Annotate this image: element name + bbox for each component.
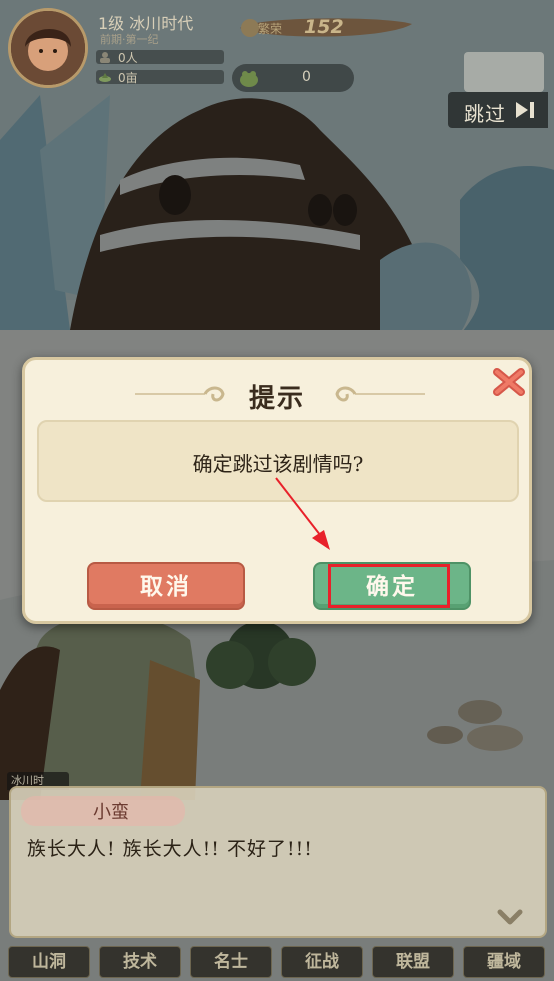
population-value: 0人 bbox=[118, 51, 138, 65]
top-hud: 1级 冰川时代 前期·第一纪 0人 0亩 繁荣 152 0 跳过 bbox=[0, 0, 554, 130]
speaker-name: 小蛮 bbox=[93, 802, 129, 823]
story-text: 族长大人! 族长大人!! 不好了!!! bbox=[27, 838, 313, 860]
era-label: 前期·第一纪 bbox=[100, 33, 159, 46]
land-value: 0亩 bbox=[118, 71, 138, 85]
land-icon bbox=[99, 73, 111, 82]
nav-item-alliance[interactable]: 联盟 bbox=[372, 946, 454, 978]
nav-item-technology[interactable]: 技术 bbox=[99, 946, 181, 978]
resource-value: 0 bbox=[302, 69, 311, 85]
title-ornament-right bbox=[335, 386, 425, 402]
resource-counter[interactable]: 0 bbox=[232, 64, 354, 92]
population-icon bbox=[100, 52, 110, 63]
dialog-title: 提示 bbox=[248, 384, 305, 414]
confirm-highlight-box bbox=[328, 564, 450, 608]
player-avatar[interactable] bbox=[8, 8, 88, 88]
story-dialog-panel[interactable]: 小蛮 族长大人! 族长大人!! 不好了!!! bbox=[9, 786, 547, 938]
frog-icon bbox=[240, 71, 258, 87]
cancel-button[interactable]: 取消 bbox=[87, 562, 245, 610]
nav-item-cave[interactable]: 山洞 bbox=[8, 946, 90, 978]
close-icon[interactable] bbox=[491, 366, 527, 398]
prosperity-label: 繁荣 bbox=[258, 22, 283, 36]
dialog-message: 确定跳过该剧情吗? bbox=[192, 452, 364, 476]
land-bar: 0亩 bbox=[96, 70, 224, 85]
dialog-message-box: 确定跳过该剧情吗? bbox=[37, 420, 519, 502]
nav-item-celebrities[interactable]: 名士 bbox=[190, 946, 272, 978]
skip-label: 跳过 bbox=[464, 102, 506, 126]
skip-confirm-dialog: 提示 确定跳过该剧情吗? 取消 确定 bbox=[22, 357, 532, 624]
continue-icon[interactable] bbox=[497, 908, 523, 928]
prosperity-value: 152 bbox=[304, 16, 344, 38]
nav-item-territory[interactable]: 疆域 bbox=[463, 946, 545, 978]
prosperity-banner: 繁荣 152 bbox=[236, 14, 416, 42]
mail-icon[interactable] bbox=[464, 52, 544, 92]
skip-button[interactable]: 跳过 bbox=[448, 92, 548, 128]
population-bar: 0人 bbox=[96, 50, 224, 65]
nav-item-campaign[interactable]: 征战 bbox=[281, 946, 363, 978]
bottom-nav: 山洞 技术 名士 征战 联盟 疆域 bbox=[0, 946, 554, 981]
skip-arrow-icon bbox=[516, 102, 534, 118]
speaker-plate: 小蛮 bbox=[21, 796, 185, 826]
